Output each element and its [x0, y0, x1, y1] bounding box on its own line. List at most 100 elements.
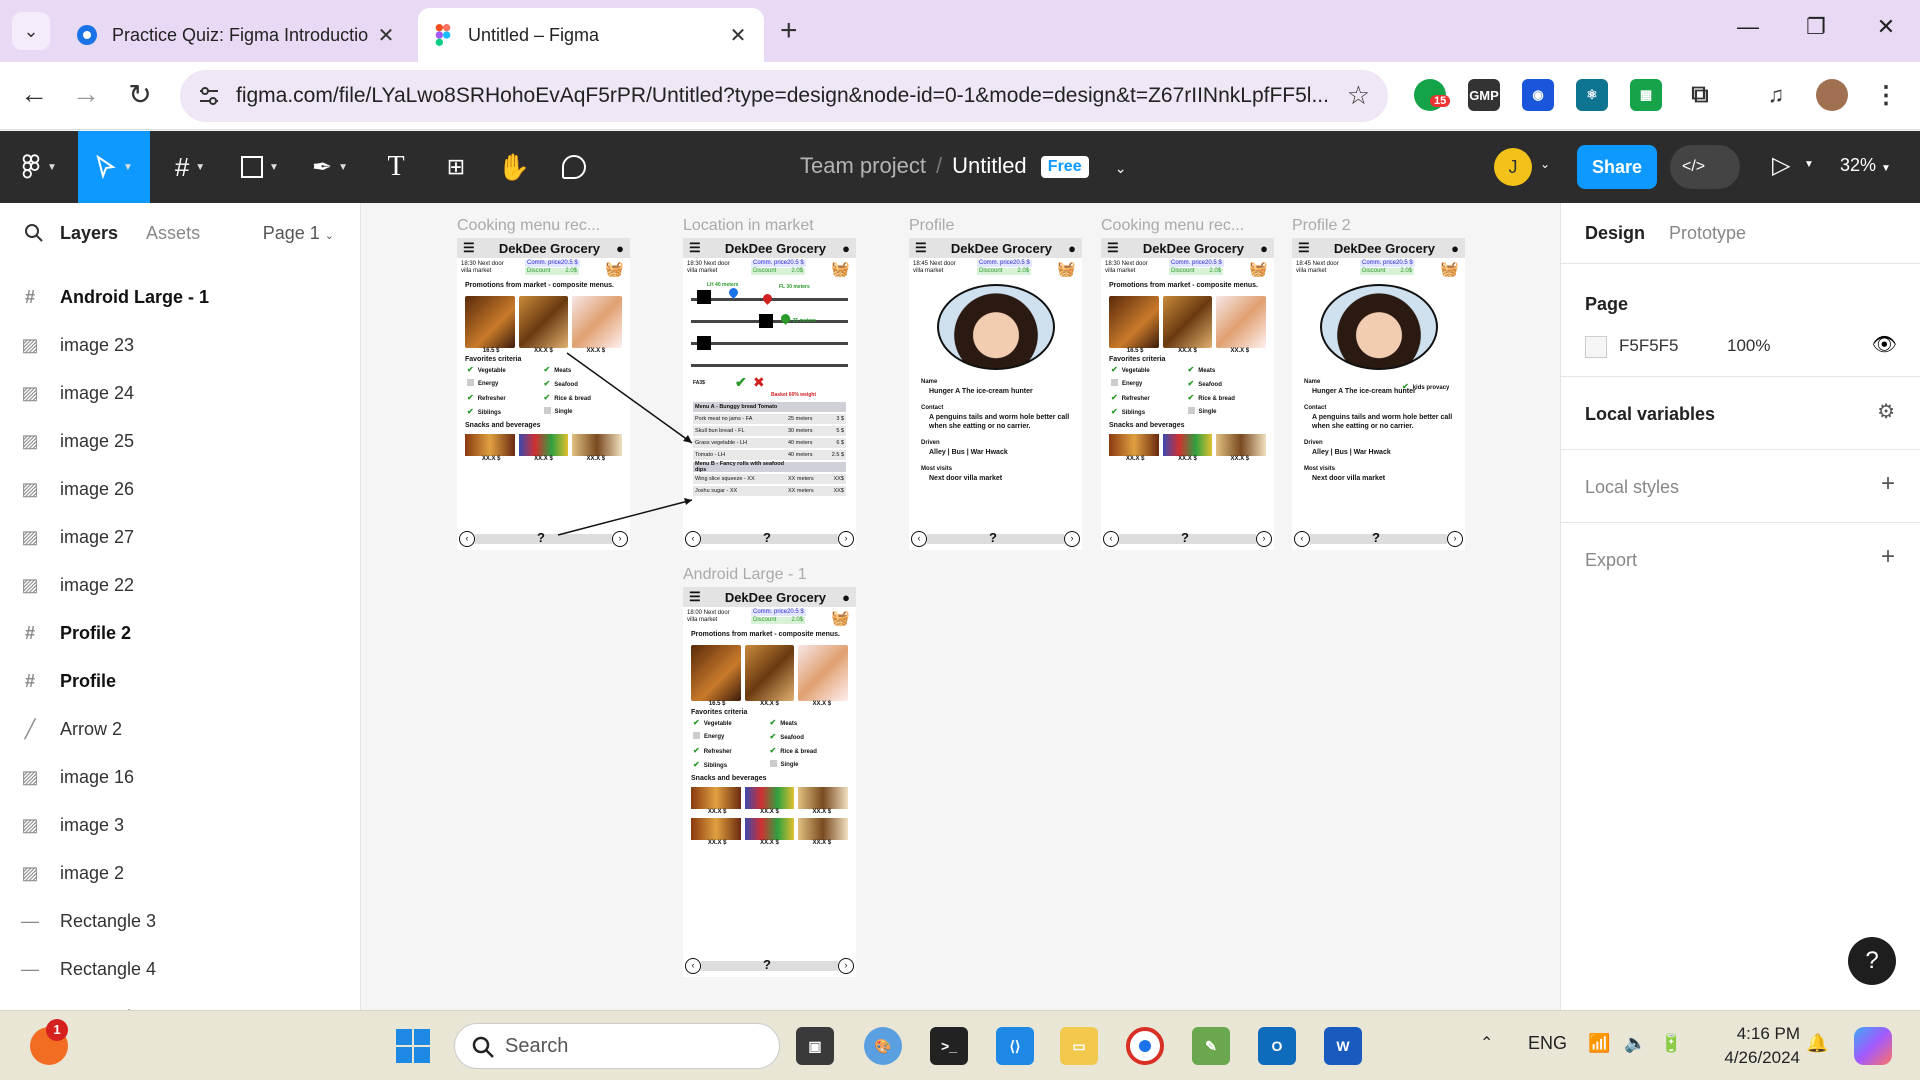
- shape-tool-icon[interactable]: ▼: [232, 131, 288, 203]
- prototype-arrow[interactable]: [557, 499, 693, 536]
- close-tab-icon[interactable]: ✕: [374, 23, 398, 48]
- dev-mode-toggle[interactable]: </>: [1670, 145, 1740, 189]
- add-export-icon[interactable]: +: [1881, 543, 1895, 571]
- file-title[interactable]: Team project / Untitled Free ⌄: [800, 153, 1126, 179]
- page-color-value[interactable]: F5F5F5: [1619, 336, 1679, 356]
- tab-layers[interactable]: Layers: [60, 223, 118, 244]
- notifications-bell-icon[interactable]: 🔔: [1806, 1033, 1828, 1054]
- layer-item[interactable]: — Rectangle 4: [0, 945, 361, 993]
- layer-item[interactable]: ▨ image 16: [0, 753, 361, 801]
- windows-start-icon[interactable]: [394, 1027, 432, 1065]
- layer-item[interactable]: # Profile 2: [0, 609, 361, 657]
- arrow-head: [683, 435, 692, 443]
- gmp-extension-icon[interactable]: GMP: [1468, 79, 1500, 111]
- layer-item[interactable]: ▨ image 22: [0, 561, 361, 609]
- page-selector[interactable]: Page 1 ⌄: [263, 223, 334, 244]
- extensions-puzzle-icon[interactable]: ⧉: [1684, 79, 1716, 111]
- taskbar-search-input[interactable]: Search: [454, 1023, 780, 1069]
- help-button[interactable]: ?: [1848, 937, 1896, 985]
- move-tool-icon[interactable]: ▼: [78, 131, 150, 203]
- chevron-down-icon[interactable]: ⌄: [1115, 160, 1127, 176]
- language-indicator[interactable]: ENG: [1528, 1033, 1567, 1054]
- media-control-icon[interactable]: ♫: [1760, 79, 1792, 111]
- share-button[interactable]: Share: [1577, 145, 1657, 189]
- layer-item[interactable]: ╱ Arrow 2: [0, 705, 361, 753]
- task-view-icon[interactable]: ▣: [796, 1027, 834, 1065]
- profile-avatar[interactable]: [1816, 79, 1848, 111]
- prototype-arrow[interactable]: [566, 352, 693, 444]
- bookmark-star-icon[interactable]: ☆: [1347, 80, 1370, 111]
- minimize-icon[interactable]: —: [1728, 14, 1768, 40]
- system-clock[interactable]: 4:16 PM 4/26/2024: [1724, 1022, 1800, 1070]
- close-window-icon[interactable]: ✕: [1866, 14, 1906, 40]
- page-opacity-value[interactable]: 100%: [1727, 336, 1770, 356]
- word-icon[interactable]: W: [1324, 1027, 1362, 1065]
- show-hidden-icons[interactable]: ⌃: [1480, 1033, 1493, 1053]
- sheets-icon[interactable]: ▦: [1630, 79, 1662, 111]
- add-style-icon[interactable]: +: [1881, 470, 1895, 498]
- restore-icon[interactable]: ❐: [1796, 14, 1836, 40]
- layer-item[interactable]: ▨ image 25: [0, 417, 361, 465]
- grammarly-icon[interactable]: 15: [1414, 79, 1451, 111]
- frame-tool-icon[interactable]: # ▼: [162, 131, 218, 203]
- site-settings-icon[interactable]: [196, 83, 222, 109]
- zoom-level[interactable]: 32% ▼: [1840, 155, 1891, 176]
- terminal-icon[interactable]: >_: [930, 1027, 968, 1065]
- variables-settings-icon[interactable]: ⚙: [1877, 399, 1895, 424]
- main-menu-icon[interactable]: ▼: [14, 131, 64, 203]
- camera-icon[interactable]: ◉: [1522, 79, 1554, 111]
- reload-icon[interactable]: ↻: [120, 78, 160, 111]
- close-tab-icon[interactable]: ✕: [726, 23, 750, 48]
- layer-item[interactable]: # Profile: [0, 657, 361, 705]
- notification-icon[interactable]: 1: [30, 1019, 68, 1065]
- file-explorer-icon[interactable]: ▭: [1060, 1027, 1098, 1065]
- back-icon[interactable]: ←: [14, 78, 54, 110]
- layer-item[interactable]: ▨ image 3: [0, 801, 361, 849]
- chevron-down-icon[interactable]: ▼: [1804, 159, 1814, 170]
- pen-tool-icon[interactable]: ✒ ▼: [302, 131, 358, 203]
- team-name[interactable]: Team project: [800, 153, 926, 178]
- tab-practice-quiz[interactable]: Practice Quiz: Figma Introductio ✕: [62, 8, 412, 62]
- layer-item[interactable]: ▨ image 24: [0, 369, 361, 417]
- vscode-icon[interactable]: ⟨⟩: [996, 1027, 1034, 1065]
- paint-icon[interactable]: 🎨: [864, 1027, 902, 1065]
- react-icon[interactable]: ⚛: [1576, 79, 1608, 111]
- battery-icon[interactable]: 🔋: [1660, 1033, 1682, 1054]
- comment-tool-icon[interactable]: [554, 131, 594, 203]
- tab-figma[interactable]: Untitled – Figma ✕: [418, 8, 764, 62]
- layer-item[interactable]: ▨ image 27: [0, 513, 361, 561]
- wifi-icon[interactable]: 📶: [1588, 1033, 1610, 1054]
- chrome-icon[interactable]: [1126, 1027, 1164, 1065]
- chevron-down-icon[interactable]: ⌄: [1540, 157, 1550, 171]
- forward-icon[interactable]: →: [66, 78, 106, 110]
- url-omnibox[interactable]: figma.com/file/LYaLwo8SRHohoEvAqF5rPR/Un…: [180, 70, 1388, 122]
- local-variables-label[interactable]: Local variables: [1585, 404, 1715, 425]
- volume-icon[interactable]: 🔈: [1624, 1033, 1646, 1054]
- tab-design[interactable]: Design: [1585, 223, 1645, 244]
- layer-item[interactable]: ▨ image 26: [0, 465, 361, 513]
- hand-tool-icon[interactable]: ✋: [494, 131, 534, 203]
- search-icon[interactable]: [24, 223, 44, 243]
- file-name[interactable]: Untitled: [952, 153, 1027, 178]
- tab-prototype[interactable]: Prototype: [1669, 223, 1746, 244]
- copilot-icon[interactable]: [1854, 1027, 1892, 1065]
- plan-badge: Free: [1040, 156, 1089, 178]
- layer-item[interactable]: ▨ image 2: [0, 849, 361, 897]
- tab-assets[interactable]: Assets: [146, 223, 200, 244]
- eye-icon[interactable]: 👁: [1872, 332, 1897, 357]
- outlook-icon[interactable]: O: [1258, 1027, 1296, 1065]
- design-canvas[interactable]: Cooking menu rec... Location in market P…: [362, 203, 1559, 1010]
- notepad-icon[interactable]: ✎: [1192, 1027, 1230, 1065]
- avatar[interactable]: J: [1494, 148, 1532, 186]
- browser-menu-icon[interactable]: ⋮: [1870, 79, 1902, 111]
- layer-item[interactable]: — Rectangle 3: [0, 897, 361, 945]
- tab-search-button[interactable]: ⌄: [12, 12, 50, 50]
- layer-item[interactable]: # Android Large - 1: [0, 273, 361, 321]
- frame-icon: #: [24, 670, 35, 691]
- page-color-swatch[interactable]: [1585, 336, 1607, 358]
- layer-item[interactable]: ▨ image 23: [0, 321, 361, 369]
- new-tab-icon[interactable]: +: [780, 14, 798, 48]
- text-tool-icon[interactable]: T: [376, 131, 416, 203]
- present-play-icon[interactable]: ▷: [1772, 151, 1790, 180]
- resources-icon[interactable]: ⊞: [436, 131, 476, 203]
